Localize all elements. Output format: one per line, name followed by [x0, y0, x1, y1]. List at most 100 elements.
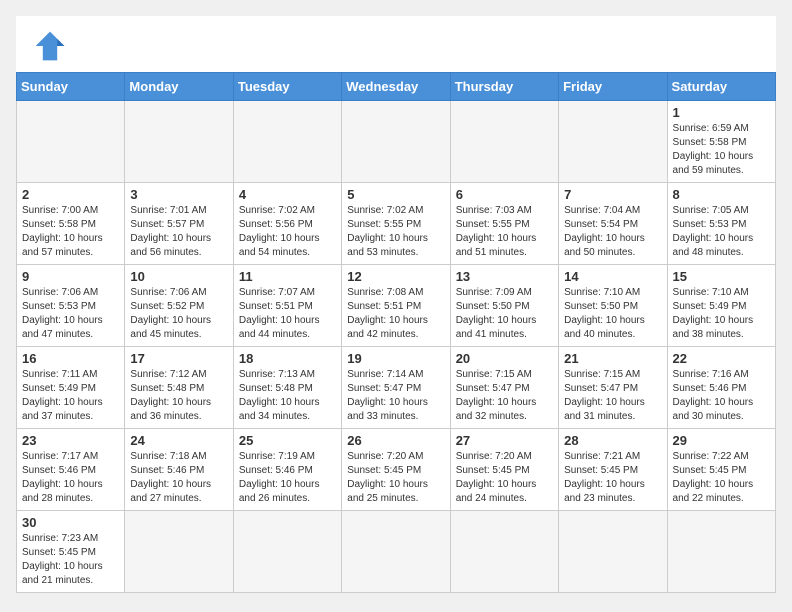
- calendar-week-row: 1 Sunrise: 6:59 AM Sunset: 5:58 PM Daylig…: [17, 101, 776, 183]
- day-number: 30: [22, 515, 119, 530]
- day-number: 4: [239, 187, 336, 202]
- day-number: 6: [456, 187, 553, 202]
- day-info: Sunrise: 7:18 AM Sunset: 5:46 PM Dayligh…: [130, 450, 227, 506]
- day-info: Sunrise: 7:02 AM Sunset: 5:56 PM Dayligh…: [239, 204, 336, 260]
- day-number: 21: [564, 351, 661, 366]
- calendar-cell: [17, 101, 125, 183]
- calendar-cell: [450, 511, 558, 593]
- calendar-cell: 18 Sunrise: 7:13 AM Sunset: 5:48 PM Dayli…: [233, 347, 341, 429]
- day-number: 26: [347, 433, 444, 448]
- calendar-cell: [667, 511, 775, 593]
- calendar-header-sunday: Sunday: [17, 73, 125, 101]
- day-info: Sunrise: 7:19 AM Sunset: 5:46 PM Dayligh…: [239, 450, 336, 506]
- day-number: 22: [673, 351, 770, 366]
- day-number: 10: [130, 269, 227, 284]
- calendar-cell: 7Sunrise: 7:04 AM Sunset: 5:54 PM Daylig…: [559, 183, 667, 265]
- day-number: 13: [456, 269, 553, 284]
- day-number: 18: [239, 351, 336, 366]
- calendar-cell: [450, 101, 558, 183]
- day-number: 23: [22, 433, 119, 448]
- day-number: 24: [130, 433, 227, 448]
- day-info: Sunrise: 7:07 AM Sunset: 5:51 PM Dayligh…: [239, 286, 336, 342]
- day-info: Sunrise: 7:10 AM Sunset: 5:49 PM Dayligh…: [673, 286, 770, 342]
- calendar-header-saturday: Saturday: [667, 73, 775, 101]
- day-number: 11: [239, 269, 336, 284]
- day-info: Sunrise: 7:11 AM Sunset: 5:49 PM Dayligh…: [22, 368, 119, 424]
- day-info: Sunrise: 7:10 AM Sunset: 5:50 PM Dayligh…: [564, 286, 661, 342]
- logo-icon: [32, 28, 68, 64]
- calendar-week-row: 16 Sunrise: 7:11 AM Sunset: 5:49 PM Dayli…: [17, 347, 776, 429]
- calendar-cell: [559, 101, 667, 183]
- day-number: 16: [22, 351, 119, 366]
- day-number: 17: [130, 351, 227, 366]
- calendar-week-row: 9Sunrise: 7:06 AM Sunset: 5:53 PM Daylig…: [17, 265, 776, 347]
- day-info: Sunrise: 7:21 AM Sunset: 5:45 PM Dayligh…: [564, 450, 661, 506]
- day-number: 14: [564, 269, 661, 284]
- calendar-cell: 16 Sunrise: 7:11 AM Sunset: 5:49 PM Dayli…: [17, 347, 125, 429]
- day-info: Sunrise: 7:06 AM Sunset: 5:52 PM Dayligh…: [130, 286, 227, 342]
- calendar-week-row: 2Sunrise: 7:00 AM Sunset: 5:58 PM Daylig…: [17, 183, 776, 265]
- day-info: Sunrise: 7:01 AM Sunset: 5:57 PM Dayligh…: [130, 204, 227, 260]
- day-info: Sunrise: 7:04 AM Sunset: 5:54 PM Dayligh…: [564, 204, 661, 260]
- calendar-cell: 1 Sunrise: 6:59 AM Sunset: 5:58 PM Daylig…: [667, 101, 775, 183]
- calendar-cell: 10 Sunrise: 7:06 AM Sunset: 5:52 PM Dayli…: [125, 265, 233, 347]
- day-info: Sunrise: 7:03 AM Sunset: 5:55 PM Dayligh…: [456, 204, 553, 260]
- calendar-cell: 28 Sunrise: 7:21 AM Sunset: 5:45 PM Dayli…: [559, 429, 667, 511]
- calendar-cell: [233, 101, 341, 183]
- calendar-cell: 17Sunrise: 7:12 AM Sunset: 5:48 PM Dayli…: [125, 347, 233, 429]
- day-info: Sunrise: 7:09 AM Sunset: 5:50 PM Dayligh…: [456, 286, 553, 342]
- calendar-week-row: 30 Sunrise: 7:23 AM Sunset: 5:45 PM Dayli…: [17, 511, 776, 593]
- calendar-cell: 12Sunrise: 7:08 AM Sunset: 5:51 PM Dayli…: [342, 265, 450, 347]
- calendar-header-thursday: Thursday: [450, 73, 558, 101]
- day-info: Sunrise: 7:23 AM Sunset: 5:45 PM Dayligh…: [22, 532, 119, 588]
- calendar-container: SundayMondayTuesdayWednesdayThursdayFrid…: [16, 16, 776, 593]
- day-info: Sunrise: 7:15 AM Sunset: 5:47 PM Dayligh…: [564, 368, 661, 424]
- calendar-cell: 24 Sunrise: 7:18 AM Sunset: 5:46 PM Dayli…: [125, 429, 233, 511]
- day-number: 9: [22, 269, 119, 284]
- day-number: 12: [347, 269, 444, 284]
- calendar-cell: 4 Sunrise: 7:02 AM Sunset: 5:56 PM Daylig…: [233, 183, 341, 265]
- calendar-header-friday: Friday: [559, 73, 667, 101]
- calendar-cell: [125, 511, 233, 593]
- calendar-table: SundayMondayTuesdayWednesdayThursdayFrid…: [16, 72, 776, 593]
- calendar-header-monday: Monday: [125, 73, 233, 101]
- calendar-cell: 20 Sunrise: 7:15 AM Sunset: 5:47 PM Dayli…: [450, 347, 558, 429]
- day-info: Sunrise: 7:15 AM Sunset: 5:47 PM Dayligh…: [456, 368, 553, 424]
- day-info: Sunrise: 7:02 AM Sunset: 5:55 PM Dayligh…: [347, 204, 444, 260]
- calendar-cell: 27Sunrise: 7:20 AM Sunset: 5:45 PM Dayli…: [450, 429, 558, 511]
- day-number: 29: [673, 433, 770, 448]
- calendar-cell: [559, 511, 667, 593]
- day-info: Sunrise: 7:14 AM Sunset: 5:47 PM Dayligh…: [347, 368, 444, 424]
- day-info: Sunrise: 7:05 AM Sunset: 5:53 PM Dayligh…: [673, 204, 770, 260]
- day-info: Sunrise: 7:20 AM Sunset: 5:45 PM Dayligh…: [347, 450, 444, 506]
- calendar-header-wednesday: Wednesday: [342, 73, 450, 101]
- calendar-cell: 13 Sunrise: 7:09 AM Sunset: 5:50 PM Dayli…: [450, 265, 558, 347]
- calendar-cell: 26 Sunrise: 7:20 AM Sunset: 5:45 PM Dayli…: [342, 429, 450, 511]
- day-number: 3: [130, 187, 227, 202]
- day-number: 2: [22, 187, 119, 202]
- day-number: 15: [673, 269, 770, 284]
- calendar-cell: 19 Sunrise: 7:14 AM Sunset: 5:47 PM Dayli…: [342, 347, 450, 429]
- calendar-cell: [125, 101, 233, 183]
- calendar-cell: 8Sunrise: 7:05 AM Sunset: 5:53 PM Daylig…: [667, 183, 775, 265]
- calendar-cell: 2Sunrise: 7:00 AM Sunset: 5:58 PM Daylig…: [17, 183, 125, 265]
- day-number: 28: [564, 433, 661, 448]
- calendar-header-row: SundayMondayTuesdayWednesdayThursdayFrid…: [17, 73, 776, 101]
- day-info: Sunrise: 6:59 AM Sunset: 5:58 PM Dayligh…: [673, 122, 770, 178]
- calendar-cell: 9Sunrise: 7:06 AM Sunset: 5:53 PM Daylig…: [17, 265, 125, 347]
- day-number: 5: [347, 187, 444, 202]
- day-info: Sunrise: 7:13 AM Sunset: 5:48 PM Dayligh…: [239, 368, 336, 424]
- calendar-cell: 3 Sunrise: 7:01 AM Sunset: 5:57 PM Daylig…: [125, 183, 233, 265]
- calendar-cell: 29Sunrise: 7:22 AM Sunset: 5:45 PM Dayli…: [667, 429, 775, 511]
- calendar-cell: 23Sunrise: 7:17 AM Sunset: 5:46 PM Dayli…: [17, 429, 125, 511]
- day-number: 1: [673, 105, 770, 120]
- calendar-cell: [233, 511, 341, 593]
- day-number: 19: [347, 351, 444, 366]
- calendar-cell: 14 Sunrise: 7:10 AM Sunset: 5:50 PM Dayli…: [559, 265, 667, 347]
- logo: [32, 28, 72, 64]
- calendar-cell: 5 Sunrise: 7:02 AM Sunset: 5:55 PM Daylig…: [342, 183, 450, 265]
- day-number: 20: [456, 351, 553, 366]
- calendar-cell: 6 Sunrise: 7:03 AM Sunset: 5:55 PM Daylig…: [450, 183, 558, 265]
- calendar-cell: [342, 511, 450, 593]
- calendar-cell: 22Sunrise: 7:16 AM Sunset: 5:46 PM Dayli…: [667, 347, 775, 429]
